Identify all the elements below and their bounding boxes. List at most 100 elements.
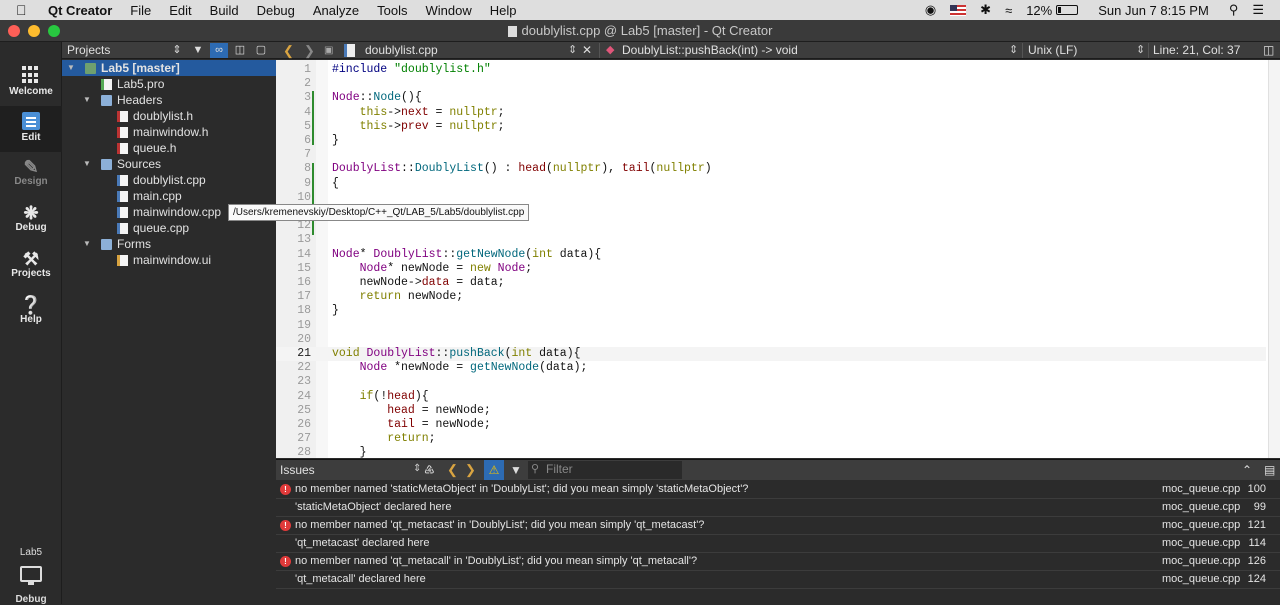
close-document-icon[interactable]: ✕ bbox=[582, 42, 592, 59]
navigate-forward-icon[interactable]: ❯ bbox=[304, 42, 315, 59]
document-selector-arrows-icon[interactable]: ⇕ bbox=[568, 42, 577, 59]
tree-item-project-root[interactable]: ▼ Lab5 [master] bbox=[62, 60, 276, 76]
battery-percent[interactable]: 12% bbox=[1026, 3, 1052, 18]
mode-design[interactable]: ✎ Design bbox=[0, 152, 62, 198]
code-text[interactable]: Node *newNode = getNewNode(data); bbox=[332, 361, 588, 375]
code-text[interactable]: } bbox=[332, 134, 339, 148]
issue-row[interactable]: 'qt_metacast' declared here moc_queue.cpp… bbox=[276, 535, 1280, 553]
filter-icon[interactable]: ▼ bbox=[189, 43, 207, 58]
bluetooth-icon[interactable]: ✱ bbox=[980, 2, 991, 18]
code-text[interactable]: Node* DoublyList::getNewNode(int data){ bbox=[332, 248, 601, 262]
symbol-selector-arrows-icon[interactable]: ⇕ bbox=[1009, 42, 1018, 59]
notification-center-icon[interactable]: ☰ bbox=[1252, 2, 1264, 18]
issue-row[interactable]: 'staticMetaObject' declared here moc_queu… bbox=[276, 499, 1280, 517]
split-editor-icon[interactable]: ◫ bbox=[1263, 42, 1274, 59]
code-text[interactable]: this->prev = nullptr; bbox=[332, 120, 505, 134]
kit-selector-monitor-icon[interactable] bbox=[20, 566, 42, 585]
tree-item-pro-file[interactable]: Lab5.pro bbox=[62, 76, 276, 92]
code-text[interactable]: #include "doublylist.h" bbox=[332, 63, 491, 77]
menu-analyze[interactable]: Analyze bbox=[313, 3, 359, 18]
tree-item-file[interactable]: main.cpp bbox=[62, 188, 276, 204]
mode-debug[interactable]: ❋ Debug bbox=[0, 198, 62, 244]
next-issue-icon[interactable]: ❯ bbox=[465, 462, 476, 478]
tree-item-headers-folder[interactable]: ▼ Headers bbox=[62, 92, 276, 108]
code-text[interactable]: DoublyList::DoublyList() : head(nullptr)… bbox=[332, 162, 712, 176]
code-text[interactable]: tail = newNode; bbox=[332, 418, 491, 432]
mode-help[interactable]: ❔ Help bbox=[0, 290, 62, 336]
lock-icon[interactable]: ▣ bbox=[324, 42, 333, 59]
navigate-back-icon[interactable]: ❮ bbox=[283, 42, 294, 59]
close-panel-icon[interactable]: ▢ bbox=[252, 43, 270, 58]
issues-panel: Issues ⇕ ♶ ❮ ❯ ⚠ ▼ ⚲ Filter ⌃ ▤ ! no memb… bbox=[276, 459, 1280, 604]
menu-tools[interactable]: Tools bbox=[377, 3, 407, 18]
code-text[interactable]: if(!head){ bbox=[332, 390, 429, 404]
tree-item-forms-folder[interactable]: ▼ Forms bbox=[62, 236, 276, 252]
code-text[interactable]: { bbox=[332, 177, 339, 191]
code-text[interactable]: head = newNode; bbox=[332, 404, 491, 418]
tree-item-file[interactable]: queue.h bbox=[62, 140, 276, 156]
cursor-position[interactable]: Line: 21, Col: 37 bbox=[1153, 42, 1240, 59]
split-view-icon[interactable]: ◫ bbox=[231, 43, 249, 58]
code-text[interactable]: Node* newNode = new Node; bbox=[332, 262, 533, 276]
show-warnings-icon[interactable]: ⚠ bbox=[484, 460, 504, 480]
wifi-icon[interactable]: ≈ bbox=[1005, 3, 1012, 18]
menu-help[interactable]: Help bbox=[490, 3, 517, 18]
tree-item-file[interactable]: mainwindow.h bbox=[62, 124, 276, 140]
issue-row[interactable]: 'qt_metacall' declared here moc_queue.cpp… bbox=[276, 571, 1280, 589]
view-selector-arrows-icon[interactable]: ⇕ bbox=[168, 43, 186, 58]
code-text[interactable]: Node::Node(){ bbox=[332, 91, 422, 105]
link-with-editor-icon[interactable]: ∞ bbox=[210, 43, 228, 58]
mode-projects[interactable]: ⚒ Projects bbox=[0, 244, 62, 290]
projects-view-selector[interactable]: Projects bbox=[67, 43, 110, 57]
tree-item-file[interactable]: doublylist.h bbox=[62, 108, 276, 124]
code-text[interactable]: } bbox=[332, 446, 367, 458]
document-icon[interactable] bbox=[507, 26, 517, 38]
issue-row[interactable]: ! no member named 'qt_metacall' in 'Doubl… bbox=[276, 553, 1280, 571]
issue-row[interactable]: ! no member named 'qt_metacast' in 'Doubl… bbox=[276, 517, 1280, 535]
code-text[interactable]: return; bbox=[332, 432, 435, 446]
issues-filter-input[interactable]: ⚲ Filter bbox=[528, 461, 682, 479]
code-editor[interactable]: 1 #include "doublylist.h" 2 3 Node::Node(){4… bbox=[276, 60, 1280, 458]
menu-window[interactable]: Window bbox=[426, 3, 472, 18]
close-panel-icon[interactable]: ▤ bbox=[1264, 462, 1275, 478]
issues-selector-arrows-icon[interactable]: ⇕ bbox=[413, 461, 421, 477]
kit-build-mode[interactable]: Debug bbox=[0, 594, 62, 605]
code-text[interactable]: void DoublyList::pushBack(int data){ bbox=[332, 347, 581, 361]
line-endings-arrows-icon[interactable]: ⇕ bbox=[1136, 42, 1145, 59]
app-menu[interactable]: Qt Creator bbox=[48, 3, 112, 18]
symbol-selector[interactable]: DoublyList::pushBack(int) -> void bbox=[622, 42, 798, 59]
menu-debug[interactable]: Debug bbox=[257, 3, 295, 18]
code-text[interactable]: return newNode; bbox=[332, 290, 464, 304]
code-line[interactable]: 21 void DoublyList::pushBack(int data){ bbox=[276, 347, 1266, 362]
expand-arrow-icon[interactable]: ▼ bbox=[82, 156, 92, 172]
filter-icon[interactable]: ▼ bbox=[510, 462, 522, 478]
code-text[interactable]: newNode->data = data; bbox=[332, 276, 505, 290]
expand-arrow-icon[interactable]: ▼ bbox=[82, 236, 92, 252]
issue-row[interactable]: ! no member named 'staticMetaObject' in '… bbox=[276, 481, 1280, 499]
apple-menu-icon[interactable]:  bbox=[16, 2, 34, 18]
mode-welcome[interactable]: Welcome bbox=[0, 60, 62, 106]
menu-edit[interactable]: Edit bbox=[169, 3, 191, 18]
tree-item-file[interactable]: doublylist.cpp bbox=[62, 172, 276, 188]
previous-issue-icon[interactable]: ❮ bbox=[447, 462, 458, 478]
maximize-panel-icon[interactable]: ⌃ bbox=[1242, 462, 1252, 478]
editor-scrollbar[interactable] bbox=[1268, 60, 1280, 458]
battery-icon[interactable] bbox=[1056, 5, 1079, 15]
tree-item-file[interactable]: mainwindow.ui bbox=[62, 252, 276, 268]
code-text[interactable]: } bbox=[332, 304, 339, 318]
mode-edit[interactable]: Edit bbox=[0, 106, 62, 152]
spotlight-search-icon[interactable]: ⚲ bbox=[1229, 2, 1239, 18]
menu-file[interactable]: File bbox=[130, 3, 151, 18]
clean-issues-icon[interactable]: ♶ bbox=[424, 462, 435, 478]
status-circle-icon[interactable]: ◉ bbox=[925, 2, 936, 18]
code-text[interactable]: this->next = nullptr; bbox=[332, 106, 505, 120]
menu-build[interactable]: Build bbox=[210, 3, 239, 18]
tree-item-file[interactable]: queue.cpp bbox=[62, 220, 276, 236]
tree-item-sources-folder[interactable]: ▼ Sources bbox=[62, 156, 276, 172]
open-documents-selector[interactable]: doublylist.cpp bbox=[365, 42, 438, 59]
clock[interactable]: Sun Jun 7 8:15 PM bbox=[1098, 3, 1209, 18]
expand-arrow-icon[interactable]: ▼ bbox=[66, 60, 76, 76]
input-source-flag-icon[interactable] bbox=[950, 4, 967, 16]
line-endings-selector[interactable]: Unix (LF) bbox=[1028, 42, 1077, 59]
expand-arrow-icon[interactable]: ▼ bbox=[82, 92, 92, 108]
